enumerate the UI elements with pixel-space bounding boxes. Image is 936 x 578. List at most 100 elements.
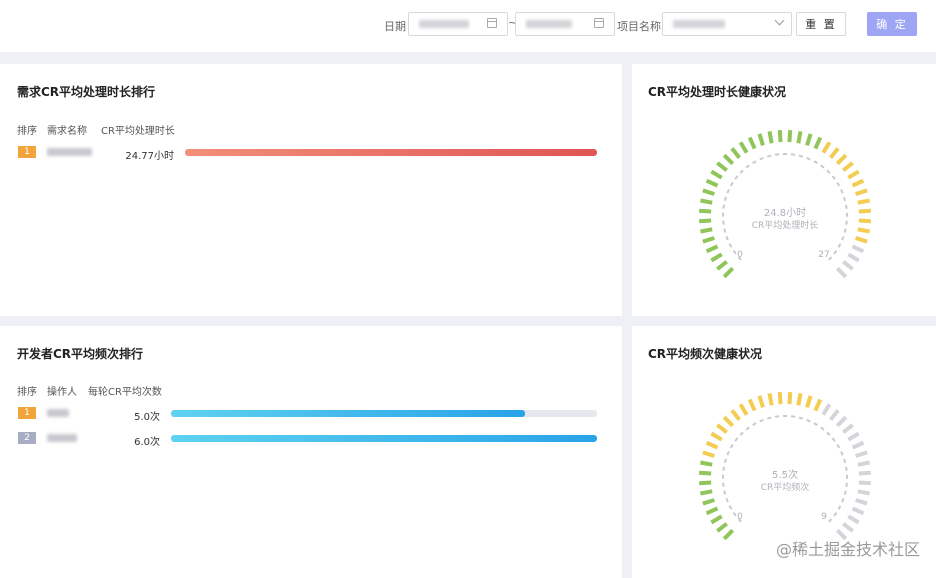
panel-title: 开发者CR平均频次排行 [17, 347, 144, 361]
gauge-tick [738, 141, 749, 154]
project-name-label: 项目名称 [617, 20, 661, 33]
gauge-tick [842, 260, 854, 271]
column-header-duration: CR平均处理时长 [101, 126, 175, 137]
project-select-value [673, 20, 725, 28]
gauge-tick [851, 178, 865, 188]
gauge-tick [835, 266, 848, 279]
gauge-tick [705, 440, 719, 450]
column-header-rank: 排序 [17, 387, 37, 398]
gauge-tick [705, 506, 719, 516]
column-header-name: 需求名称 [47, 126, 87, 137]
gauge-tick [710, 252, 723, 263]
gauge-tick [835, 415, 848, 428]
gauge-tick [757, 133, 765, 146]
gauge-tick [857, 460, 870, 467]
gauge-tick [855, 236, 868, 244]
gauge-tick [858, 218, 871, 224]
end-date-input[interactable] [515, 12, 615, 36]
gauge-tick [710, 169, 723, 180]
date-label: 日期 [384, 20, 406, 33]
cr-duration-rank-panel: 需求CR平均处理时长排行 排序 需求名称 CR平均处理时长 1 24.77小时 [0, 64, 622, 316]
gauge-tick [858, 470, 871, 476]
gauge-center-label: CR平均处理时长 [752, 219, 819, 231]
frequency-bar-fill [171, 410, 525, 417]
gauge-tick [757, 395, 765, 408]
calendar-icon [594, 18, 604, 28]
duration-bar-fill [185, 149, 597, 156]
gauge-tick [767, 131, 774, 144]
gauge-tick [777, 392, 783, 405]
gauge-tick [716, 260, 728, 271]
gauge-tick [722, 415, 735, 428]
gauge-tick [730, 409, 741, 421]
gauge-tick [847, 169, 860, 180]
gauge-tick [851, 506, 865, 516]
panel-title: CR平均处理时长健康状况 [648, 85, 787, 99]
gauge-min-label: 0 [737, 512, 743, 522]
gauge-tick [847, 252, 860, 263]
cr-duration-health-panel: CR平均处理时长健康状况 24.8小时 CR平均处理时长 0 27 [632, 64, 936, 316]
duration-value: 24.77小时 [125, 151, 174, 162]
confirm-button[interactable]: 确 定 [867, 12, 917, 36]
gauge-tick [705, 244, 719, 254]
gauge-tick [851, 440, 865, 450]
start-date-input[interactable] [408, 12, 508, 36]
gauge-tick [829, 409, 840, 421]
duration-bar [185, 149, 597, 156]
gauge-center-label: CR平均频次 [761, 481, 810, 493]
panel-title: 需求CR平均处理时长排行 [17, 85, 156, 99]
gauge-tick [835, 153, 848, 166]
gauge-tick [851, 244, 865, 254]
gauge-tick [730, 147, 741, 159]
gauge-center-value: 5.5次 [772, 468, 798, 481]
gauge-tick [842, 161, 854, 172]
frequency-value: 6.0次 [134, 437, 160, 448]
gauge-tick [747, 398, 757, 412]
frequency-bar [171, 410, 597, 417]
end-date-value [526, 20, 572, 28]
gauge-max-label: 27 [818, 250, 829, 260]
requirement-name [47, 148, 92, 156]
gauge-tick [842, 522, 854, 533]
gauge-tick [796, 131, 803, 144]
watermark: @稀土掘金技术社区 [775, 540, 920, 559]
gauge-tick [796, 393, 803, 406]
rank-badge: 1 [18, 146, 36, 158]
panel-title: CR平均频次健康状况 [648, 347, 763, 361]
gauge-tick [857, 198, 870, 205]
gauge-tick [787, 130, 793, 143]
reset-button[interactable]: 重 置 [796, 12, 846, 36]
rank-badge: 1 [18, 407, 36, 419]
gauge-tick [855, 188, 868, 196]
gauge-tick [702, 236, 715, 244]
dev-frequency-rank-panel: 开发者CR平均频次排行 排序 操作人 每轮CR平均次数 1 5.0次 2 6.0… [0, 326, 622, 578]
frequency-value: 5.0次 [134, 412, 160, 423]
gauge-tick [847, 514, 860, 525]
gauge-tick [858, 480, 871, 486]
gauge-tick [767, 393, 774, 406]
gauge-tick [805, 395, 813, 408]
gauge-tick [699, 470, 712, 476]
gauge-tick [702, 188, 715, 196]
gauge-max-label: 9 [821, 512, 827, 522]
gauge-tick [702, 450, 715, 458]
gauge-tick [857, 489, 870, 496]
rank-badge: 2 [18, 432, 36, 444]
gauge-tick [821, 403, 832, 416]
gauge-tick [722, 266, 735, 279]
project-select[interactable] [662, 12, 792, 36]
gauge-tick [716, 522, 728, 533]
gauge-inner-arc [722, 153, 848, 261]
gauge-tick [747, 136, 757, 150]
operator-name [47, 409, 69, 417]
gauge-tick [700, 198, 713, 205]
gauge-tick [700, 460, 713, 467]
frequency-bar-fill [171, 435, 597, 442]
gauge-tick [787, 392, 793, 405]
gauge-tick [813, 398, 823, 412]
gauge-tick [855, 450, 868, 458]
gauge-tick [821, 141, 832, 154]
gauge-tick [777, 130, 783, 143]
gauge-center-value: 24.8小时 [764, 207, 806, 219]
gauge-tick [710, 514, 723, 525]
